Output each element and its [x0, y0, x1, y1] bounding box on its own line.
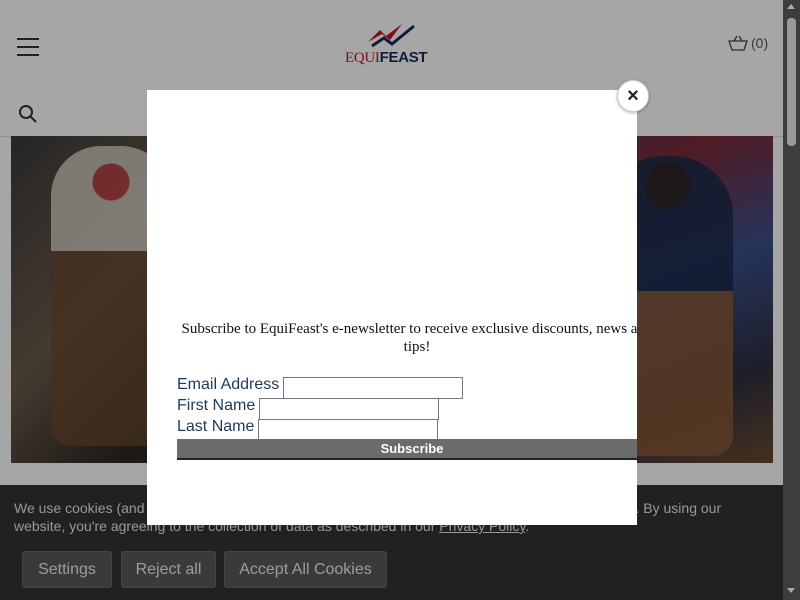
scroll-down-icon[interactable]: [787, 588, 795, 593]
last-name-field[interactable]: [258, 419, 438, 441]
scroll-up-icon[interactable]: [787, 4, 795, 9]
email-field[interactable]: [283, 377, 463, 399]
first-name-label: First Name: [177, 397, 256, 414]
first-name-field[interactable]: [259, 398, 439, 420]
newsletter-modal: Subscribe to EquiFeast's e-newsletter to…: [147, 90, 637, 525]
scroll-thumb[interactable]: [787, 18, 796, 146]
email-label: Email Address: [177, 376, 280, 393]
newsletter-description: Subscribe to EquiFeast's e-newsletter to…: [181, 321, 637, 355]
last-name-label: Last Name: [177, 418, 255, 435]
subscribe-button[interactable]: Subscribe: [177, 439, 637, 460]
close-icon[interactable]: ×: [617, 80, 649, 112]
scrollbar[interactable]: [783, 0, 800, 600]
